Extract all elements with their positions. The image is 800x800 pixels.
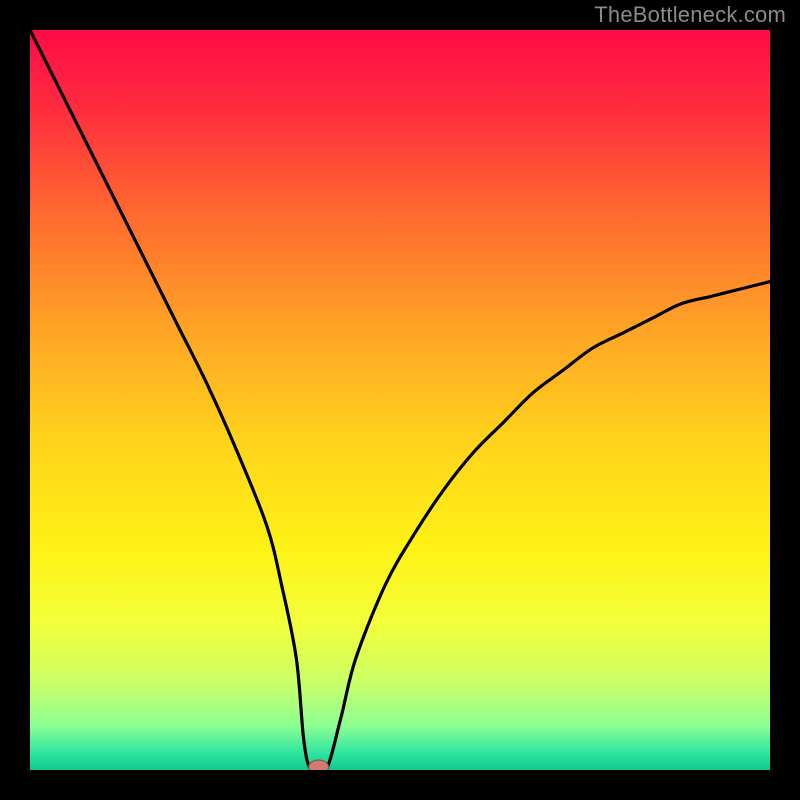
plot-area: [30, 30, 770, 770]
gradient-background: [30, 30, 770, 770]
chart-container: TheBottleneck.com: [0, 0, 800, 800]
watermark-text: TheBottleneck.com: [594, 2, 786, 28]
optimum-marker: [309, 760, 329, 770]
bottleneck-chart: [30, 30, 770, 770]
